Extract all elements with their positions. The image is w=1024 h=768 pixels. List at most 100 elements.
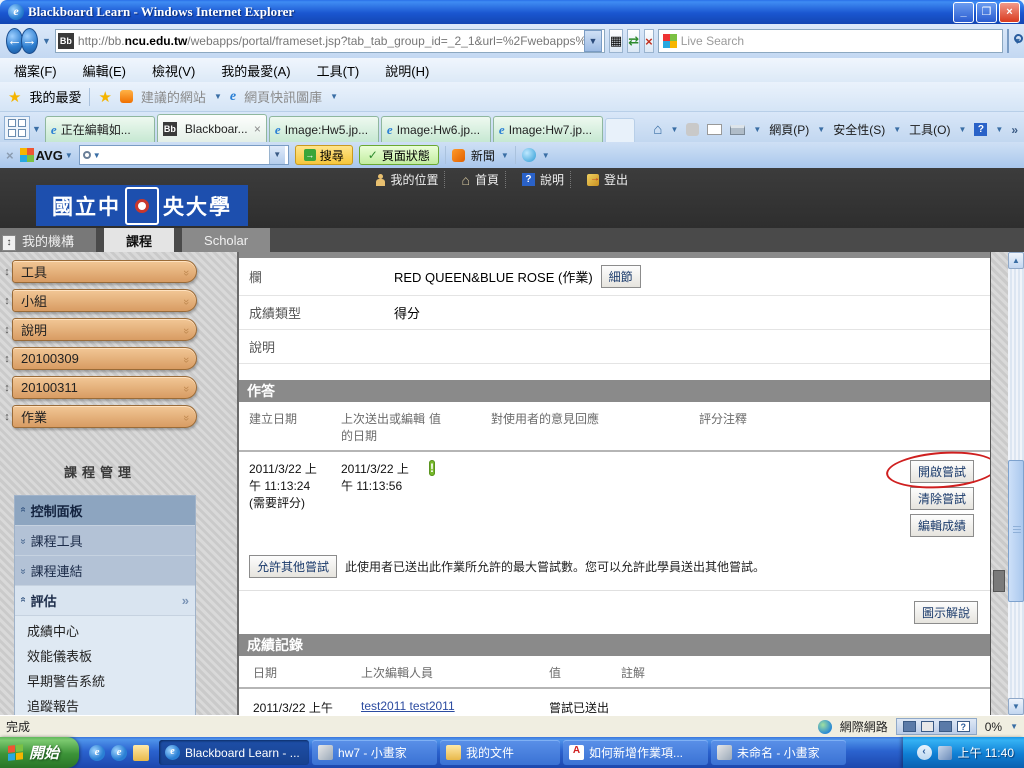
editor-user-link[interactable]: test2011 test2011 — [361, 699, 455, 713]
avg-search-scope-icon[interactable]: ▼ — [93, 151, 101, 160]
scrollbar-thumb[interactable] — [1008, 460, 1024, 602]
open-attempt-button[interactable]: 開啟嘗試 — [910, 460, 974, 483]
open-in-new-icon[interactable]: » — [182, 593, 189, 608]
ime-help-icon[interactable]: ? — [957, 721, 970, 732]
language-bar[interactable]: ? — [896, 718, 977, 735]
details-button[interactable]: 細節 — [601, 265, 641, 288]
submenu-early-warning[interactable]: 早期警告系統 — [15, 668, 195, 693]
address-dropdown-button[interactable]: ▼ — [584, 30, 602, 52]
home-dropdown-icon[interactable]: ▼ — [670, 125, 678, 134]
favorites-button[interactable]: 我的最愛 — [29, 87, 81, 106]
page-menu-button[interactable]: 網頁(P) — [769, 121, 809, 138]
drag-handle-icon[interactable]: ↕ — [2, 295, 12, 307]
webslice-button[interactable]: 網頁快訊圖庫 — [244, 87, 322, 106]
restore-button[interactable]: ❐ — [976, 2, 997, 23]
menu-edit[interactable]: 編輯(E) — [83, 61, 126, 80]
address-input[interactable]: Bb http://bb.ncu.edu.tw/webapps/portal/f… — [55, 29, 605, 53]
avg-dropdown-icon[interactable]: ▼ — [65, 151, 73, 160]
tab-scholar[interactable]: Scholar — [182, 228, 270, 252]
drag-handle-icon[interactable]: ↕ — [2, 266, 12, 278]
safety-menu-button[interactable]: 安全性(S) — [833, 121, 885, 138]
avg-logo[interactable]: AVG ▼ — [20, 148, 73, 163]
keyboard-icon[interactable] — [903, 721, 916, 732]
sidebar-item-20100311[interactable]: 20100311» — [12, 376, 197, 399]
sidebar-item-groups[interactable]: 小組» — [12, 289, 197, 312]
panel-item-course-links[interactable]: » 課程連結 — [15, 556, 195, 586]
drag-handle-icon[interactable]: ↕ — [2, 324, 12, 336]
tray-app-icon[interactable] — [938, 746, 952, 760]
tab-list-dropdown-icon[interactable]: ▼ — [32, 124, 41, 134]
frame-collapse-handle[interactable] — [993, 570, 1005, 592]
tray-collapse-icon[interactable]: ‹ — [917, 745, 932, 760]
logout-link[interactable]: 登出 — [581, 171, 634, 188]
sidebar-item-20100309[interactable]: 20100309» — [12, 347, 197, 370]
avg-close-icon[interactable]: × — [6, 148, 14, 163]
ie-quicklaunch-icon[interactable]: e — [89, 745, 105, 761]
tools-menu-dropdown-icon[interactable]: ▼ — [958, 125, 966, 134]
page-menu-dropdown-icon[interactable]: ▼ — [817, 125, 825, 134]
scroll-down-arrow[interactable]: ▼ — [1008, 698, 1024, 715]
menu-file[interactable]: 檔案(F) — [14, 61, 57, 80]
avg-weather-dropdown-icon[interactable]: ▼ — [542, 151, 550, 160]
zoom-dropdown-icon[interactable]: ▼ — [1010, 722, 1018, 731]
start-button[interactable]: 開始 — [0, 737, 79, 768]
tab-editing[interactable]: e 正在編輯如... — [45, 116, 155, 142]
taskbar-button-untitled-paint[interactable]: 未命名 - 小畫家 — [711, 740, 846, 765]
home-link[interactable]: ⌂ 首頁 — [455, 171, 505, 188]
tab-image-hw6[interactable]: e Image:Hw6.jp... — [381, 116, 491, 142]
webslice-dropdown-icon[interactable]: ▼ — [330, 92, 338, 101]
print-dropdown-icon[interactable]: ▼ — [753, 125, 761, 134]
control-panel-header[interactable]: » 控制面板 — [15, 496, 195, 526]
close-button[interactable]: × — [999, 2, 1020, 23]
safety-menu-dropdown-icon[interactable]: ▼ — [893, 125, 901, 134]
toolbar-overflow-chevron[interactable]: » — [1011, 123, 1018, 137]
my-places-link[interactable]: 我的位置 — [370, 171, 445, 188]
tools-menu-button[interactable]: 工具(O) — [909, 121, 950, 138]
drag-handle-icon[interactable]: ↕ — [2, 411, 12, 423]
mail-icon[interactable] — [707, 124, 722, 135]
tab-image-hw7[interactable]: e Image:Hw7.jp... — [493, 116, 603, 142]
panel-item-course-tools[interactable]: » 課程工具 — [15, 526, 195, 556]
ime-icon[interactable] — [939, 721, 952, 732]
compatibility-view-button[interactable]: ▦ — [609, 29, 623, 53]
sidebar-item-tools[interactable]: 工具» — [12, 260, 197, 283]
taskbar-button-my-documents[interactable]: 我的文件 — [440, 740, 560, 765]
taskbar-button-pdf-doc[interactable]: A 如何新增作業項... — [563, 740, 708, 765]
history-dropdown-icon[interactable]: ▼ — [42, 36, 51, 46]
live-search-input[interactable]: Live Search — [658, 29, 1003, 53]
taskbar-button-hw7-paint[interactable]: hw7 - 小畫家 — [312, 740, 437, 765]
help-icon[interactable]: ? — [974, 123, 987, 136]
print-icon[interactable] — [730, 125, 745, 135]
drag-handle-icon[interactable]: ↕ — [2, 382, 12, 394]
taskbar-button-blackboard[interactable]: e Blackboard Learn - ... — [159, 740, 309, 765]
pen-icon[interactable] — [921, 721, 934, 732]
new-tab-stub[interactable] — [605, 118, 635, 142]
avg-news-dropdown-icon[interactable]: ▼ — [501, 151, 509, 160]
avg-weather-icon[interactable] — [522, 148, 536, 162]
avg-news-button[interactable]: 新聞 — [471, 147, 495, 164]
clear-attempt-button[interactable]: 清除嘗試 — [910, 487, 974, 510]
menu-help[interactable]: 說明(H) — [385, 61, 429, 80]
drag-handle-icon[interactable]: ↕ — [2, 353, 12, 365]
submenu-performance-dashboard[interactable]: 效能儀表板 — [15, 643, 195, 668]
tab-image-hw5[interactable]: e Image:Hw5.jp... — [269, 116, 379, 142]
allow-additional-attempt-button[interactable]: 允許其他嘗試 — [249, 555, 337, 578]
suggested-sites-button[interactable]: 建議的網站 — [141, 87, 206, 106]
quick-tabs-button[interactable] — [4, 116, 30, 140]
menu-favorites[interactable]: 我的最愛(A) — [221, 61, 290, 80]
avg-search-dropdown-button[interactable]: ▼ — [269, 146, 285, 164]
stop-button[interactable]: × — [644, 29, 654, 53]
help-link[interactable]: ? 說明 — [516, 171, 571, 188]
menu-tools[interactable]: 工具(T) — [317, 61, 360, 80]
tab-blackboard-active[interactable]: Bb Blackboar... × — [157, 114, 267, 142]
help-dropdown-icon[interactable]: ▼ — [995, 125, 1003, 134]
folder-quicklaunch-icon[interactable] — [133, 745, 149, 761]
avg-search-input[interactable]: ▼ ▼ — [79, 145, 289, 165]
forward-button[interactable]: → — [21, 28, 38, 54]
frame-resize-handle[interactable]: ↕ — [2, 235, 16, 251]
zoom-level[interactable]: 0% — [985, 720, 1002, 734]
refresh-button[interactable]: ⇄ — [627, 29, 640, 53]
minimize-button[interactable]: _ — [953, 2, 974, 23]
home-icon[interactable]: ⌂ — [653, 121, 662, 138]
panel-item-evaluation[interactable]: » 評估 » — [15, 586, 195, 616]
